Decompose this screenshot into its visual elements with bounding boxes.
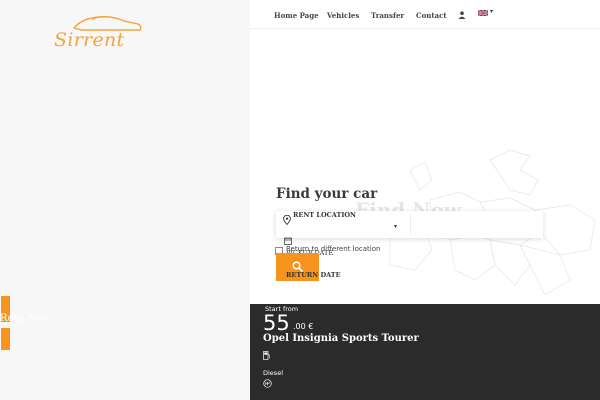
- language-chevron-down-icon[interactable]: ▾: [490, 8, 493, 15]
- uk-flag-icon[interactable]: [478, 10, 488, 16]
- search-divider: [410, 215, 411, 234]
- search-heading: Find your car: [276, 186, 378, 202]
- search-form: RENT LOCATION ▾: [276, 211, 543, 270]
- offer-price-decimal: .00 €: [293, 322, 314, 331]
- offer-car-name[interactable]: Opel Insignia Sports Tourer: [263, 333, 419, 344]
- nav-vehicles[interactable]: Vehicles: [327, 11, 359, 20]
- transmission-icon: [263, 379, 272, 388]
- return-date-label: RETURN DATE: [286, 271, 341, 279]
- nav-contact[interactable]: Contact: [416, 11, 447, 20]
- brand-logo[interactable]: Sirrent: [52, 12, 144, 52]
- fuel-pump-icon: [263, 351, 270, 360]
- left-pane: Sirrent Rent Now: [0, 0, 250, 400]
- offer-price: 55: [263, 311, 290, 335]
- offer-fuel-type: Diesel: [263, 369, 284, 377]
- right-pane: Home Page Vehicles Transfer Contact ▾ Fi…: [250, 0, 600, 400]
- nav-home[interactable]: Home Page: [274, 11, 319, 20]
- top-nav: Home Page Vehicles Transfer Contact ▾: [250, 0, 600, 29]
- calendar-icon: [284, 237, 292, 245]
- side-tab-bottom[interactable]: [1, 328, 10, 350]
- rent-location-select[interactable]: [293, 221, 407, 235]
- featured-offer[interactable]: Start from 55 .00 € Opel Insignia Sports…: [250, 304, 600, 400]
- different-location-label: Return to different location: [286, 245, 381, 253]
- nav-transfer[interactable]: Transfer: [371, 11, 404, 20]
- side-label: Rent Now: [0, 313, 51, 324]
- user-icon[interactable]: [458, 11, 466, 19]
- map-pin-icon: [283, 215, 291, 225]
- brand-name: Sirrent: [54, 29, 125, 51]
- rent-location-label: RENT LOCATION: [293, 211, 356, 219]
- location-chevron-down-icon[interactable]: ▾: [394, 223, 397, 230]
